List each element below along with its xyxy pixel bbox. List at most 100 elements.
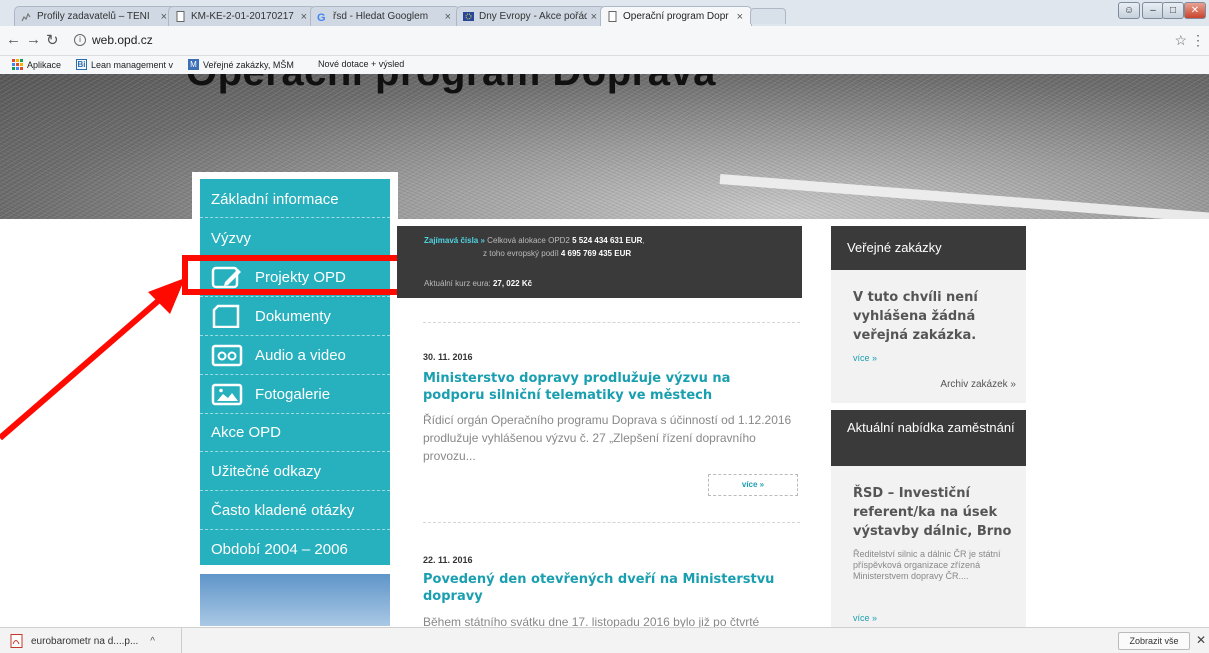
tab-label: řsd - Hledat Googlem — [333, 11, 429, 22]
reload-icon[interactable]: ↻ — [46, 31, 59, 49]
news-date: 22. 11. 2016 — [423, 555, 473, 565]
hero-banner: Operační program Doprava — [0, 74, 1209, 219]
news-title-link[interactable]: Povedený den otevřených dveří na Ministe… — [423, 571, 795, 605]
bookmark-dotace[interactable]: Nové dotace + výsled — [318, 59, 404, 69]
download-item[interactable]: eurobarometr na d....p... ^ — [6, 628, 182, 653]
facts-line-1: Zajímavá čísla » Celková alokace OPD2 5 … — [424, 236, 645, 245]
sidebar-item-zakladni-informace[interactable]: Základní informace — [200, 180, 390, 218]
sidebar-banner-image[interactable] — [200, 574, 390, 626]
tab-operacni-program[interactable]: Operační program Dopr × — [600, 6, 752, 26]
tab-label: Profily zadavatelů – TENI — [37, 11, 150, 22]
bookmark-label: Veřejné zakázky, MŠM — [203, 59, 294, 70]
tab-km-ke[interactable]: KM-KE-2-01-20170217 × — [168, 6, 316, 26]
browser-toolbar: ← → ↻ i web.opd.cz ☆ ⋮ — [0, 26, 1209, 56]
tab-label: Operační program Dopr — [623, 11, 729, 22]
rate-value: 27, 022 Kč — [492, 279, 533, 288]
facts-label[interactable]: Zajímavá čísla » — [424, 236, 485, 245]
menu-icon[interactable]: ⋮ — [1191, 32, 1205, 49]
close-icon[interactable]: ✕ — [1196, 633, 1206, 647]
sidebar-item-vyzvy[interactable]: Výzvy — [200, 219, 390, 257]
cassette-icon — [211, 343, 243, 367]
bookmark-label: Nové dotace + výsled — [318, 59, 405, 69]
chevron-up-icon[interactable]: ^ — [150, 636, 155, 647]
new-tab-button[interactable] — [750, 8, 786, 24]
sidebar-item-label: Užitečné odkazy — [211, 462, 322, 480]
tenders-archive-link[interactable]: Archiv zakázek » — [900, 379, 1016, 390]
rate-label: Aktuální kurz eura: — [424, 279, 491, 288]
sidebar-item-label: Audio a video — [255, 346, 346, 364]
annotation-arrow-icon — [0, 278, 185, 440]
close-icon[interactable]: × — [301, 11, 307, 23]
divider — [423, 522, 800, 523]
close-icon[interactable]: × — [591, 11, 597, 23]
tab-label: KM-KE-2-01-20170217 — [191, 11, 294, 22]
tab-profily[interactable]: Profily zadavatelů – TENI × — [14, 6, 176, 26]
facts-line-2: z toho evropský podíl 4 695 769 435 EUR — [483, 249, 631, 258]
tab-strip: Profily zadavatelů – TENI × KM-KE-2-01-2… — [0, 0, 1209, 26]
eu-share-label: z toho evropský podíl — [483, 249, 559, 258]
star-icon[interactable]: ☆ — [1174, 32, 1187, 49]
download-bar: eurobarometr na d....p... ^ Zobrazit vše… — [0, 627, 1209, 653]
gmail-icon: M — [188, 59, 199, 70]
job-title-link[interactable]: ŘSD – Investiční referent/ka na úsek výs… — [853, 484, 1025, 541]
sidebar-item-akce-opd[interactable]: Akce OPD — [200, 413, 390, 451]
bi-icon: Bi — [76, 59, 87, 70]
sidebar-item-label: Výzvy — [211, 229, 252, 247]
sidebar-item-fotogalerie[interactable]: Fotogalerie — [200, 375, 390, 413]
minimize-button[interactable]: – — [1142, 2, 1164, 19]
eu-flag-icon — [463, 11, 474, 22]
bookmark-label: Lean management v — [91, 59, 174, 70]
sidebar-item-label: Akce OPD — [211, 423, 282, 441]
tenders-heading: Veřejné zakázky — [831, 226, 1026, 270]
sidebar-item-label: Fotogalerie — [255, 385, 331, 403]
divider — [423, 322, 800, 323]
info-icon[interactable]: i — [74, 34, 86, 46]
forward-arrow-icon[interactable]: → — [26, 31, 41, 48]
signal-icon — [21, 11, 32, 22]
news-date: 30. 11. 2016 — [423, 352, 473, 362]
tab-dny-evropy[interactable]: Dny Evropy - Akce pořád × — [456, 6, 606, 26]
maximize-button[interactable]: □ — [1162, 2, 1184, 19]
bookmark-lean[interactable]: Bi Lean management v — [76, 59, 173, 70]
close-icon[interactable]: × — [737, 11, 743, 23]
road-marking — [719, 174, 1209, 219]
sidebar-item-audio-video[interactable]: Audio a video — [200, 336, 390, 374]
annotation-highlight-box — [182, 255, 408, 295]
user-icon[interactable]: ☺ — [1118, 2, 1140, 19]
sidebar-item-uzitecne-odkazy[interactable]: Užitečné odkazy — [200, 452, 390, 490]
sidebar-item-label: Základní informace — [211, 190, 339, 208]
news-excerpt: Řídicí orgán Operačního programu Doprava… — [423, 413, 792, 463]
sidebar-item-faq[interactable]: Často kladené otázky — [200, 491, 390, 529]
sidebar-item-dokumenty[interactable]: Dokumenty — [200, 297, 390, 335]
sidebar-item-label: Období 2004 – 2006 — [211, 540, 348, 558]
show-all-downloads-button[interactable]: Zobrazit vše — [1118, 632, 1190, 650]
tenders-more-link[interactable]: více » — [853, 353, 877, 363]
close-window-button[interactable]: ✕ — [1184, 2, 1206, 19]
photo-icon — [211, 382, 243, 406]
back-arrow-icon[interactable]: ← — [6, 31, 21, 48]
url-text[interactable]: web.opd.cz — [92, 33, 153, 47]
svg-text:G: G — [317, 12, 326, 22]
tab-label: Dny Evropy - Akce pořád — [479, 11, 587, 22]
site-title[interactable]: Operační program Doprava — [186, 74, 716, 95]
download-filename: eurobarometr na d....p... — [31, 635, 139, 647]
pdf-file-icon — [10, 634, 23, 648]
news-title-link[interactable]: Ministerstvo dopravy prodlužuje výzvu na… — [423, 370, 795, 404]
sidebar-item-label: Dokumenty — [255, 307, 331, 325]
close-icon[interactable]: × — [161, 11, 167, 23]
facts-line-3: Aktuální kurz eura: 27, 022 Kč — [424, 279, 532, 288]
bookmark-verejne[interactable]: M Veřejné zakázky, MŠM — [188, 59, 294, 70]
news-more-button[interactable]: více » — [708, 474, 798, 496]
allocation-value: 5 524 434 631 EUR — [572, 236, 643, 245]
jobs-more-link[interactable]: více » — [853, 613, 877, 623]
apps-grid-icon — [12, 59, 23, 70]
bookmarks-bar: Aplikace Bi Lean management v M Veřejné … — [0, 56, 1209, 74]
divider — [200, 217, 390, 218]
sidebar-item-obdobi[interactable]: Období 2004 – 2006 — [200, 530, 390, 568]
address-bar[interactable]: i web.opd.cz — [74, 30, 1164, 50]
allocation-label: Celková alokace OPD2 — [487, 236, 570, 245]
close-icon[interactable]: × — [445, 11, 451, 23]
bookmark-apps[interactable]: Aplikace — [12, 59, 61, 70]
tab-google[interactable]: G řsd - Hledat Googlem × — [310, 6, 460, 26]
bookmark-label: Aplikace — [27, 59, 62, 70]
